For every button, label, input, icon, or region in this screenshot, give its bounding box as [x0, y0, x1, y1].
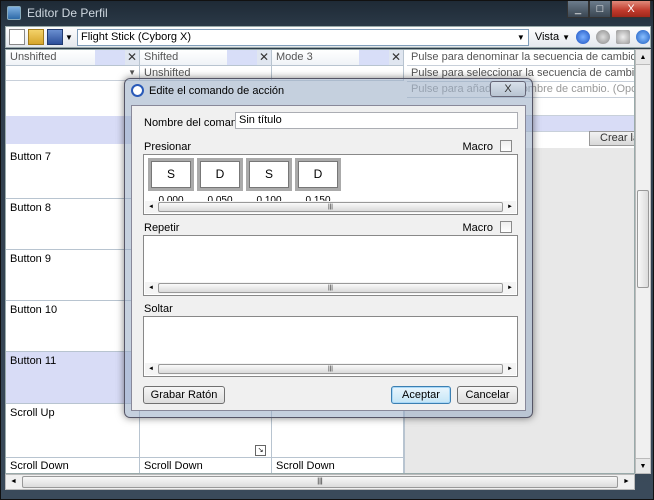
- app-window: Editor De Perfil _ □ X ▼ Flight Stick (C…: [0, 0, 654, 500]
- horizontal-scroll-thumb[interactable]: |||: [22, 476, 618, 488]
- chevron-down-icon: ▼: [562, 33, 571, 42]
- save-icon[interactable]: [47, 29, 63, 45]
- row-label[interactable]: Button 10: [6, 301, 140, 352]
- gear-icon[interactable]: [596, 30, 611, 44]
- repeat-macro-checkbox[interactable]: [500, 221, 512, 233]
- release-sequence-box[interactable]: ◄ ||| ►: [143, 316, 518, 377]
- release-horizontal-scrollbar[interactable]: ◄ ||| ►: [145, 363, 516, 375]
- record-mouse-button[interactable]: Grabar Ratón: [143, 386, 225, 404]
- save-dropdown-arrow[interactable]: ▼: [65, 33, 74, 42]
- scroll-left-icon[interactable]: ◄: [145, 201, 157, 213]
- dialog-app-icon: [131, 84, 144, 97]
- row-label[interactable]: Scroll Up: [6, 404, 140, 458]
- clear-column-icon[interactable]: ✕: [257, 50, 271, 65]
- app-icon: [7, 6, 21, 20]
- maximize-button[interactable]: □: [589, 1, 611, 18]
- release-label: Soltar: [144, 303, 173, 315]
- accept-button[interactable]: Aceptar: [391, 386, 451, 404]
- open-folder-icon[interactable]: [28, 29, 44, 45]
- column-header-label: Mode 3: [276, 51, 313, 63]
- scroll-right-icon[interactable]: ►: [504, 363, 516, 375]
- chevron-down-icon: ▼: [516, 32, 525, 42]
- scroll-down-icon[interactable]: ▼: [636, 458, 650, 473]
- vertical-scrollbar[interactable]: ▲ ▼: [635, 49, 651, 474]
- column-header-shifted: Shifted ✕: [140, 50, 272, 66]
- press-scroll-thumb[interactable]: |||: [158, 202, 503, 212]
- profile-select[interactable]: Flight Stick (Cyborg X) ▼: [77, 28, 529, 46]
- view-menu-label: Vista: [534, 31, 560, 43]
- edit-command-dialog: Edite el comando de acción X Nombre del …: [124, 78, 533, 418]
- dialog-close-button[interactable]: X: [490, 81, 526, 97]
- scroll-right-icon[interactable]: ►: [619, 475, 634, 489]
- macro-label: Macro: [462, 141, 493, 153]
- repeat-label: Repetir: [144, 222, 180, 234]
- column-header-label: Unshifted: [10, 51, 57, 63]
- close-button[interactable]: X: [611, 1, 651, 18]
- resize-handle-icon[interactable]: ↘: [255, 445, 266, 456]
- scroll-left-icon[interactable]: ◄: [145, 363, 157, 375]
- print-icon[interactable]: [616, 30, 631, 44]
- dialog-body: Nombre del comando Sin título Presionar …: [131, 105, 526, 411]
- row-label[interactable]: Button 9: [6, 250, 140, 301]
- description-line: Pulse para denominar la secuencia de cam…: [407, 50, 634, 66]
- press-macro-checkbox[interactable]: [500, 140, 512, 152]
- key-press-block[interactable]: D: [197, 158, 243, 191]
- grid-cell[interactable]: Scroll Down: [272, 458, 404, 473]
- dialog-title: Edite el comando de acción: [149, 85, 285, 97]
- clear-column-icon[interactable]: ✕: [125, 50, 139, 65]
- vertical-scroll-thumb[interactable]: [637, 190, 649, 288]
- release-scroll-thumb[interactable]: |||: [158, 364, 503, 374]
- scroll-left-icon[interactable]: ◄: [6, 475, 21, 489]
- command-name-label: Nombre del comando: [144, 117, 250, 129]
- column-header-label: Shifted: [144, 51, 179, 63]
- view-menu-button[interactable]: Vista ▼: [535, 31, 570, 43]
- press-label: Presionar: [144, 141, 192, 153]
- press-horizontal-scrollbar[interactable]: ◄ ||| ►: [145, 201, 516, 213]
- horizontal-scrollbar[interactable]: ◄ ||| ►: [5, 474, 635, 490]
- column-header-unshifted: Unshifted ✕: [6, 50, 140, 66]
- scroll-up-icon[interactable]: ▲: [636, 50, 650, 65]
- new-file-icon[interactable]: [9, 29, 25, 45]
- repeat-sequence-box[interactable]: ◄ ||| ►: [143, 235, 518, 296]
- row-label[interactable]: Scroll Down: [6, 458, 140, 473]
- window-title: Editor De Perfil: [27, 6, 108, 20]
- row-label[interactable]: Button 8: [6, 199, 140, 250]
- scroll-right-icon[interactable]: ►: [504, 282, 516, 294]
- command-name-input[interactable]: Sin título: [235, 112, 518, 129]
- profile-select-value: Flight Stick (Cyborg X): [81, 30, 192, 43]
- scroll-left-icon[interactable]: ◄: [145, 282, 157, 294]
- macro-label: Macro: [462, 222, 493, 234]
- key-press-block[interactable]: S: [148, 158, 194, 191]
- scroll-right-icon[interactable]: ►: [504, 201, 516, 213]
- repeat-scroll-thumb[interactable]: |||: [158, 283, 503, 293]
- shift-select-blank[interactable]: ▼: [6, 66, 140, 81]
- clear-column-icon[interactable]: ✕: [389, 50, 403, 65]
- cancel-button[interactable]: Cancelar: [457, 386, 518, 404]
- minimize-button[interactable]: _: [567, 1, 589, 18]
- dialog-title-bar: Edite el comando de acción X: [125, 79, 532, 103]
- press-sequence-box[interactable]: S 0.000 D 0.050 S 0.100 D 0.150 ◄ ||| ►: [143, 154, 518, 215]
- create-shift-button[interactable]: Crear la S: [589, 131, 634, 146]
- repeat-horizontal-scrollbar[interactable]: ◄ ||| ►: [145, 282, 516, 294]
- title-bar: Editor De Perfil _ □ X: [1, 1, 654, 25]
- help-icon[interactable]: [636, 30, 651, 44]
- snowflake-icon[interactable]: [576, 30, 591, 44]
- key-press-block[interactable]: S: [246, 158, 292, 191]
- column-header-mode3: Mode 3 ✕: [272, 50, 404, 66]
- key-press-block[interactable]: D: [295, 158, 341, 191]
- grid-cell[interactable]: Scroll Down: [140, 458, 272, 473]
- toolbar: ▼ Flight Stick (Cyborg X) ▼ Vista ▼: [5, 26, 651, 48]
- row-label[interactable]: Button 11: [6, 352, 140, 404]
- row-label[interactable]: Button 7: [6, 148, 140, 199]
